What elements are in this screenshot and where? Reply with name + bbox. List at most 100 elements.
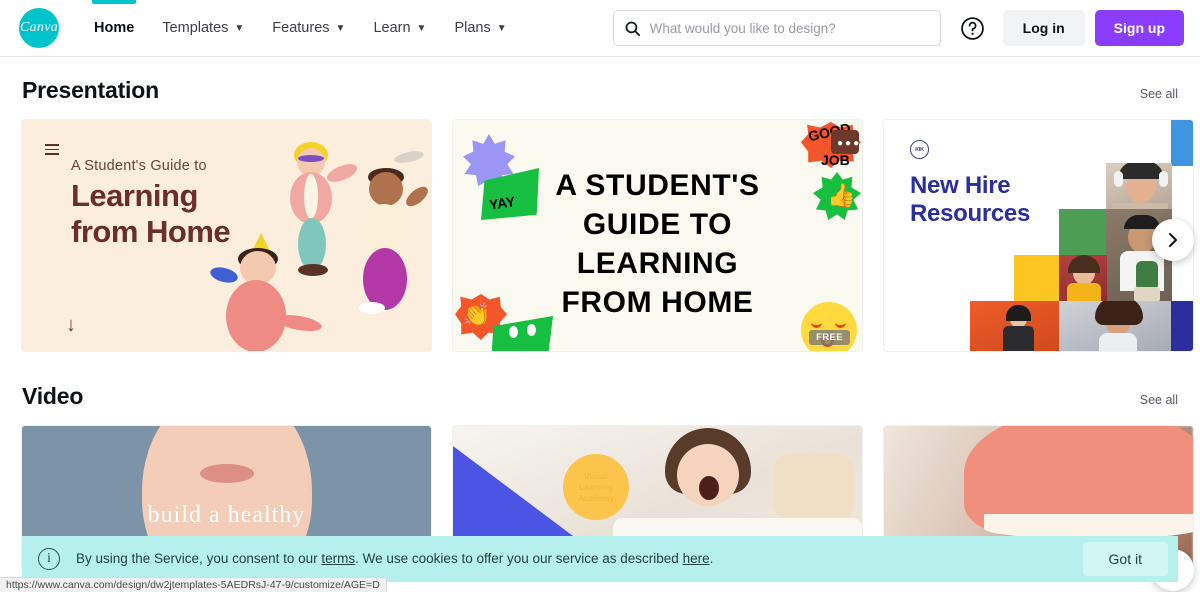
kik-logo-mark: KIK xyxy=(910,140,929,159)
logo-wordmark: Canva xyxy=(19,20,59,35)
video2-circle-line3: Academy xyxy=(578,493,614,503)
info-icon: i xyxy=(38,548,60,570)
card2-headline-line3: LEARNING xyxy=(576,247,739,280)
photo-tile-5 xyxy=(970,301,1059,351)
figure1-arm xyxy=(324,160,360,186)
figure1-shoes xyxy=(298,264,328,276)
video2-logo-circle: Visual Learning Academy xyxy=(563,454,629,520)
search-icon xyxy=(625,21,640,36)
photo-tile-1 xyxy=(1106,163,1172,210)
arrow-down-icon: ↓ xyxy=(66,314,76,336)
pillow xyxy=(774,454,854,520)
card2-headline-line1: A STUDENT'S xyxy=(555,169,760,202)
chevron-down-icon: ▼ xyxy=(496,22,507,34)
card2-headline-line2: GUIDE TO xyxy=(582,208,733,241)
portrait-lips xyxy=(200,464,254,483)
figure2-head xyxy=(369,172,403,206)
video2-circle-line1: Visual xyxy=(584,471,608,481)
page-root: Canva Home Templates ▼ Features ▼ Learn … xyxy=(0,0,1200,592)
cookie-text-part2: . We use cookies to offer you our servic… xyxy=(355,551,683,566)
card-new-hire-resources[interactable]: KIK New Hire Resources xyxy=(884,120,1193,351)
header-actions: Log in Sign up xyxy=(612,8,1184,48)
figure1-shirt xyxy=(304,174,318,219)
browser-status-bar: https://www.canva.com/design/dw2jtemplat… xyxy=(0,577,387,592)
clapping-hands-icon: 👏 xyxy=(463,302,491,327)
cookie-consent-banner: i By using the Service, you consent to o… xyxy=(22,536,1178,582)
figure1-glasses xyxy=(298,155,324,162)
terms-link[interactable]: terms xyxy=(321,551,355,566)
card1-title-line1: Learning xyxy=(71,178,198,213)
card2-headline: A STUDENT'S GUIDE TO LEARNING FROM HOME xyxy=(453,166,862,322)
video1-overlay-text: build a healthy xyxy=(147,502,306,528)
figure2-legs xyxy=(363,248,407,310)
video2-circle-line2: Learning xyxy=(579,482,613,492)
yellow-block xyxy=(1014,255,1060,302)
see-all-video[interactable]: See all xyxy=(1140,393,1178,407)
got-it-button[interactable]: Got it xyxy=(1082,542,1168,576)
carousel-next-presentation[interactable] xyxy=(1152,219,1194,261)
site-header: Canva Home Templates ▼ Features ▼ Learn … xyxy=(0,0,1200,57)
chevron-down-icon: ▼ xyxy=(416,22,427,34)
photo-tile-4 xyxy=(1059,301,1172,351)
presentation-card-row: A Student's Guide to Learning from Home … xyxy=(0,120,1200,351)
figure1-legs xyxy=(298,218,326,270)
green-face-eye-left xyxy=(509,326,518,338)
main-nav: Home Templates ▼ Features ▼ Learn ▼ Plan… xyxy=(80,0,521,57)
card1-title-line2: from Home xyxy=(71,214,231,249)
cookie-text-part3: . xyxy=(709,551,714,566)
blue-block xyxy=(1171,120,1193,166)
green-block xyxy=(1059,209,1107,256)
kid-mouth xyxy=(699,476,719,500)
figure2-body xyxy=(362,204,406,254)
nav-item-templates[interactable]: Templates ▼ xyxy=(148,0,258,57)
question-mark-circle-icon xyxy=(961,16,984,40)
photo-tile-3 xyxy=(1059,255,1107,302)
search-box[interactable] xyxy=(612,10,941,46)
nav-item-plans[interactable]: Plans ▼ xyxy=(440,0,520,57)
card-learning-from-home[interactable]: A Student's Guide to Learning from Home … xyxy=(22,120,431,351)
logo-circle: Canva xyxy=(19,8,59,48)
nav-item-learn[interactable]: Learn ▼ xyxy=(359,0,440,57)
cookie-consent-text: By using the Service, you consent to our… xyxy=(76,550,713,568)
paper-plane-illustration xyxy=(393,148,425,166)
card3-title-line2: Resources xyxy=(910,200,1031,227)
figure2-arm xyxy=(402,183,431,210)
hamburger-icon xyxy=(45,144,59,158)
food-bun-bottom xyxy=(984,514,1193,538)
status-bar-url: https://www.canva.com/design/dw2jtemplat… xyxy=(6,579,380,591)
nav-label-features: Features xyxy=(272,20,330,36)
chevron-down-icon: ▼ xyxy=(335,22,346,34)
figure3-body xyxy=(226,280,286,351)
chevron-down-icon: ▼ xyxy=(234,22,245,34)
page-title-video: Video xyxy=(22,383,84,409)
card-students-guide-stickers[interactable]: YAY GOOD ●●● JOB 👍 A STUDENT'S GUIDE TO … xyxy=(453,120,862,351)
figure3-party-horn xyxy=(208,264,240,286)
card3-title-line1: New Hire xyxy=(910,172,1011,199)
chevron-right-icon xyxy=(1169,233,1177,247)
page-title-presentation: Presentation xyxy=(22,77,159,103)
navy-block xyxy=(1171,301,1193,351)
card3-title: New Hire Resources xyxy=(910,172,1030,228)
free-badge: FREE xyxy=(809,330,850,345)
nav-item-features[interactable]: Features ▼ xyxy=(258,0,359,57)
green-face-eye-right xyxy=(527,324,536,336)
nav-item-home[interactable]: Home xyxy=(80,0,148,57)
card2-headline-line4: FROM HOME xyxy=(561,286,754,319)
dots-icon: ●●● xyxy=(837,138,862,149)
signup-button[interactable]: Sign up xyxy=(1094,10,1184,46)
help-button[interactable] xyxy=(953,8,993,48)
canva-logo[interactable]: Canva xyxy=(16,5,62,51)
nav-label-templates: Templates xyxy=(162,20,229,36)
nav-label-learn: Learn xyxy=(373,20,411,36)
presentation-section-header: Presentation See all xyxy=(0,77,1200,104)
here-link[interactable]: here xyxy=(683,551,710,566)
nav-label-plans: Plans xyxy=(454,20,491,36)
video-section-header: Video See all xyxy=(0,383,1200,410)
login-button[interactable]: Log in xyxy=(1002,10,1085,46)
nav-label-home: Home xyxy=(94,20,135,36)
search-input[interactable] xyxy=(649,20,930,36)
figure2-shoes xyxy=(359,302,385,314)
card1-title: Learning from Home xyxy=(71,178,231,250)
card1-subtitle: A Student's Guide to xyxy=(71,158,207,174)
see-all-presentation[interactable]: See all xyxy=(1140,87,1178,101)
